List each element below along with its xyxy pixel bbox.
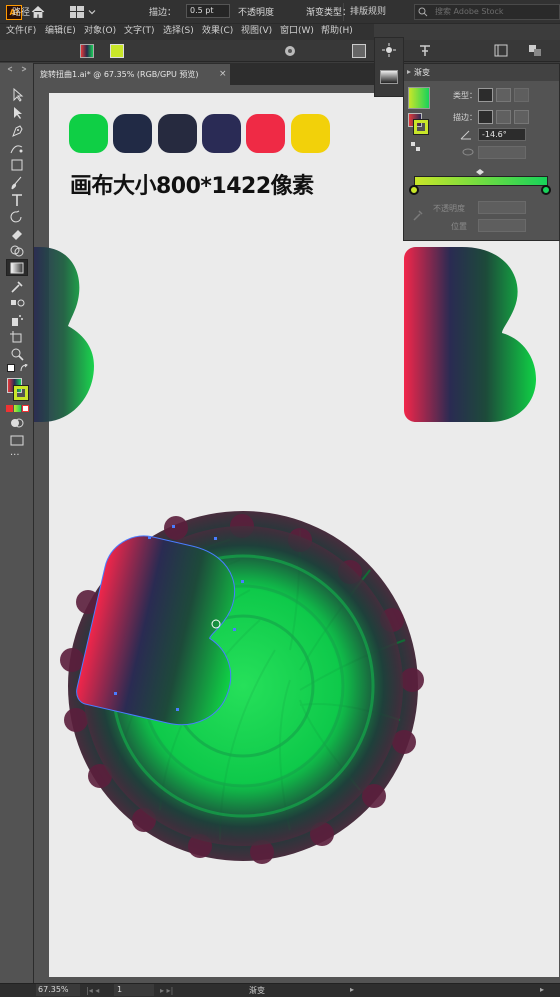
- draw-mode-icon[interactable]: [9, 416, 25, 430]
- stroke-swatch-panel[interactable]: [413, 119, 429, 135]
- arrange-icon[interactable]: [528, 44, 542, 57]
- more-tools-icon[interactable]: ···: [10, 451, 26, 462]
- reverse-gradient-icon[interactable]: [410, 141, 422, 153]
- eyedropper-icon[interactable]: [9, 279, 25, 293]
- menu-select[interactable]: 选择(S): [163, 24, 194, 40]
- none-mode-icon[interactable]: [22, 405, 29, 412]
- home-icon[interactable]: [31, 5, 45, 19]
- panel-collapse-icon[interactable]: [406, 69, 412, 75]
- menu-object[interactable]: 对象(O): [84, 24, 116, 40]
- stop-location-input[interactable]: [478, 219, 526, 232]
- align-icon[interactable]: [418, 44, 432, 57]
- gradient-type-label: 渐变类型：: [306, 8, 352, 18]
- search-icon: [418, 7, 428, 17]
- angle-icon: [460, 130, 471, 140]
- scroll-right-icon[interactable]: ▸: [540, 986, 548, 994]
- zoom-level[interactable]: 67.35%: [36, 984, 80, 996]
- zoom-tool-icon[interactable]: [9, 347, 25, 361]
- menu-bar: 文件(F) 编辑(E) 对象(O) 文字(T) 选择(S) 效果(C) 视图(V…: [0, 24, 374, 40]
- document-tab[interactable]: 旋转扭曲1.ai* @ 67.35% (RGB/GPU 预览): [34, 64, 230, 85]
- sun-icon[interactable]: [382, 43, 396, 57]
- gradient-preview-swatch[interactable]: [408, 87, 430, 109]
- chevron-down-icon[interactable]: [88, 8, 96, 16]
- gradient-tool-icon[interactable]: [9, 261, 25, 275]
- menu-type[interactable]: 文字(T): [124, 24, 155, 40]
- type-tool-icon[interactable]: [9, 193, 25, 207]
- screen-mode-icon[interactable]: [9, 433, 25, 447]
- status-arrow-icon[interactable]: ▸: [350, 986, 356, 994]
- status-bar: [0, 983, 560, 997]
- stock-search-input[interactable]: 搜索 Adobe Stock: [414, 4, 560, 20]
- gradient-stop-end[interactable]: [541, 185, 551, 195]
- stroke-color-icon[interactable]: [13, 385, 29, 401]
- stroke-swatch[interactable]: [110, 44, 124, 58]
- rectangle-tool-icon[interactable]: [9, 158, 25, 172]
- default-colors-icon[interactable]: [7, 364, 15, 372]
- selection-tool-icon[interactable]: [9, 88, 25, 102]
- stroke-along-button[interactable]: [496, 110, 511, 124]
- opacity-label[interactable]: 不透明度: [238, 5, 274, 18]
- menu-help[interactable]: 帮助(H): [321, 24, 353, 40]
- blend-tool-icon[interactable]: [9, 296, 25, 310]
- linear-gradient-button[interactable]: [352, 44, 366, 58]
- object-type-label: 路径: [12, 8, 31, 18]
- menu-edit[interactable]: 编辑(E): [45, 24, 76, 40]
- palette-chip[interactable]: [69, 114, 108, 153]
- swap-colors-icon[interactable]: [20, 364, 29, 373]
- pen-tool-icon[interactable]: [9, 124, 25, 138]
- stroke-weight-input[interactable]: 0.5 pt: [186, 4, 230, 18]
- fill-swatch[interactable]: [80, 44, 94, 58]
- eyedropper-icon[interactable]: [412, 209, 424, 221]
- artboard-tool-icon[interactable]: [9, 330, 25, 344]
- curvature-tool-icon[interactable]: [9, 141, 25, 155]
- linear-type-button[interactable]: [478, 88, 493, 102]
- aspect-ratio-icon: [462, 148, 474, 156]
- gradient-slider[interactable]: [414, 176, 548, 186]
- aspect-ratio-input[interactable]: [478, 146, 526, 159]
- panel-grip-icon[interactable]: [4, 66, 30, 72]
- close-tab-icon[interactable]: ×: [219, 64, 229, 85]
- direct-selection-icon[interactable]: [9, 106, 25, 120]
- paintbrush-icon[interactable]: [9, 176, 25, 190]
- angle-input[interactable]: -14.6°: [478, 128, 526, 141]
- freeform-type-button[interactable]: [514, 88, 529, 102]
- menu-effect[interactable]: 效果(C): [202, 24, 233, 40]
- palette-chip[interactable]: [246, 114, 285, 153]
- recolor-icon[interactable]: [284, 45, 296, 57]
- arrange-documents-icon[interactable]: [70, 6, 84, 18]
- gradient-panel-title[interactable]: 渐变: [404, 64, 559, 81]
- prev-artboard-icon[interactable]: |◂ ◂: [86, 985, 112, 996]
- artboard-number[interactable]: 1: [114, 984, 154, 996]
- current-tool-status: 渐变: [249, 986, 265, 995]
- symbol-sprayer-icon[interactable]: [9, 313, 25, 327]
- menu-window[interactable]: 窗口(W): [280, 24, 314, 40]
- gradient-stroke-label: 描边：: [453, 113, 477, 122]
- gradient-mode-icon[interactable]: [14, 405, 21, 412]
- workspace-switcher[interactable]: 排版规则: [343, 3, 405, 21]
- stroke-label: 描边：: [149, 8, 177, 18]
- menu-file[interactable]: 文件(F): [6, 24, 36, 40]
- color-mode-icon[interactable]: [6, 405, 13, 412]
- midpoint-diamond-icon[interactable]: [476, 169, 484, 175]
- palette-chip[interactable]: [202, 114, 241, 153]
- stop-opacity-input[interactable]: [478, 201, 526, 214]
- gradient-type-label: 类型：: [453, 91, 477, 100]
- eraser-icon[interactable]: [9, 227, 25, 241]
- stroke-across-button[interactable]: [514, 110, 529, 124]
- palette-chip[interactable]: [158, 114, 197, 153]
- rotate-tool-icon[interactable]: [9, 210, 25, 224]
- canvas-size-label: 画布大小800*1422像素: [70, 174, 314, 199]
- shape-builder-icon[interactable]: [9, 244, 25, 258]
- opacity-label: 不透明度: [433, 204, 465, 213]
- gradient-stop-start[interactable]: [409, 185, 419, 195]
- gradient-panel-icon[interactable]: [380, 70, 398, 84]
- palette-chip[interactable]: [113, 114, 152, 153]
- stroke-within-button[interactable]: [478, 110, 493, 124]
- menu-view[interactable]: 视图(V): [241, 24, 272, 40]
- transform-icon[interactable]: [494, 44, 508, 57]
- radial-type-button[interactable]: [496, 88, 511, 102]
- palette-chip[interactable]: [291, 114, 330, 153]
- location-label: 位置: [451, 222, 467, 231]
- next-artboard-icon[interactable]: ▸ ▸|: [160, 985, 186, 996]
